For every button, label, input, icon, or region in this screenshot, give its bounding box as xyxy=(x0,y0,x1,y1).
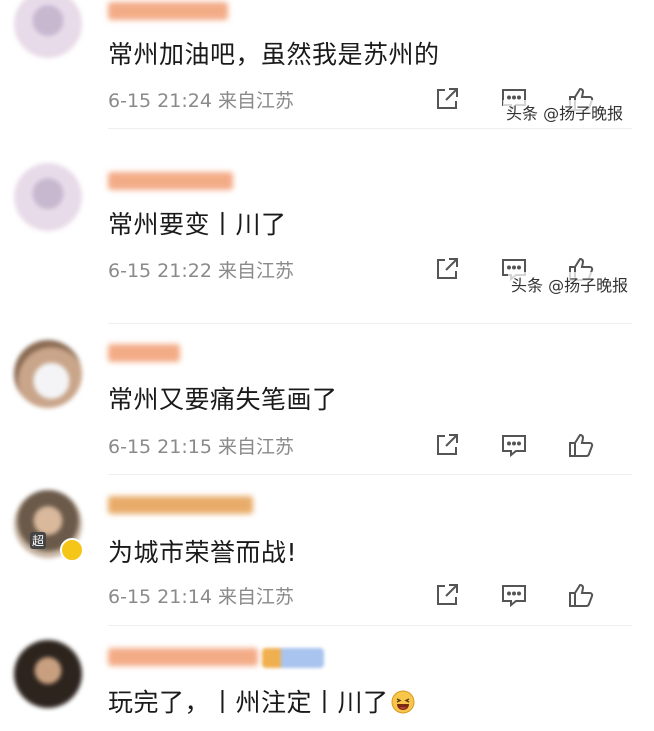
comment-text: 为城市荣誉而战! xyxy=(108,538,298,567)
reply-button[interactable] xyxy=(499,580,529,610)
watermark: 头条 @扬子晚报 xyxy=(503,100,627,124)
divider xyxy=(108,128,632,129)
username[interactable] xyxy=(108,344,180,362)
comment-text: 常州加油吧，虽然我是苏州的 xyxy=(108,40,440,69)
comment-text: 常州要变丨川了 xyxy=(108,210,287,239)
comment-meta: 6-15 21:24 来自江苏 xyxy=(108,90,294,112)
reply-button[interactable] xyxy=(499,430,529,460)
member-badge xyxy=(262,648,324,668)
comment-text: 常州又要痛失笔画了 xyxy=(108,385,338,414)
share-icon xyxy=(437,88,458,109)
user-avatar[interactable] xyxy=(14,163,82,231)
avatar-badge: 超 xyxy=(30,532,47,549)
divider xyxy=(108,474,632,475)
username[interactable] xyxy=(108,2,228,20)
share-button[interactable] xyxy=(432,84,462,114)
share-button[interactable] xyxy=(432,580,462,610)
user-avatar[interactable] xyxy=(14,0,82,58)
comment-icon xyxy=(502,585,526,608)
divider xyxy=(108,625,632,626)
username[interactable] xyxy=(108,496,253,514)
like-button[interactable] xyxy=(566,430,596,460)
like-icon xyxy=(569,433,594,457)
comment-meta: 6-15 21:15 来自江苏 xyxy=(108,436,294,458)
watermark: 头条 @扬子晚报 xyxy=(508,272,632,296)
share-icon xyxy=(437,584,458,605)
comment-icon xyxy=(502,435,526,458)
laughing-emoji-icon xyxy=(391,690,415,714)
comment-text: 玩完了，丨州注定丨川了 xyxy=(108,683,415,719)
share-icon xyxy=(437,258,458,279)
comment-meta: 6-15 21:22 来自江苏 xyxy=(108,260,294,282)
share-button[interactable] xyxy=(432,430,462,460)
comment-text-content: 玩完了，丨州注定丨川了 xyxy=(108,688,389,717)
user-avatar[interactable] xyxy=(14,640,82,708)
comment-meta: 6-15 21:14 来自江苏 xyxy=(108,586,294,608)
verified-badge xyxy=(60,538,84,562)
user-avatar[interactable] xyxy=(14,340,82,408)
username[interactable] xyxy=(108,648,258,666)
like-icon xyxy=(569,583,594,607)
share-button[interactable] xyxy=(432,254,462,284)
like-button[interactable] xyxy=(566,580,596,610)
username[interactable] xyxy=(108,172,233,190)
share-icon xyxy=(437,434,458,455)
divider xyxy=(108,323,632,324)
